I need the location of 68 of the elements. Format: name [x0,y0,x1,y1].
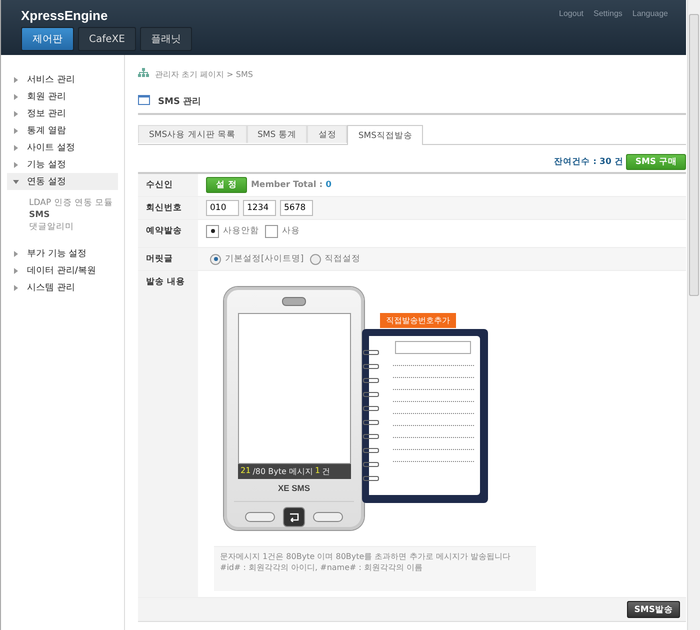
radio-button[interactable] [210,254,221,264]
number-input[interactable] [395,341,471,354]
phone-brand: XE SMS [278,483,310,493]
radio-button[interactable] [206,224,219,238]
sidebar-item[interactable]: 회원 관리 [1,88,124,105]
caret-icon [13,162,19,168]
radio-label: 직접설정 [324,253,361,265]
tab[interactable]: SMS 통계 [246,125,308,143]
tab[interactable]: SMS사용 게시판 목록 [138,125,247,143]
radio-label: 기본설정[사이트명] [225,253,304,265]
brand-logo: XpressEngine [21,8,109,23]
breadcrumb: 관리자 초기 페이지 > SMS [155,68,253,80]
sidebar-item[interactable]: 정보 관리 [1,105,124,122]
caret-icon [13,110,19,116]
byte-counter: 21 /80 Byte 메시지 1 건 [238,464,350,479]
section-title: SMS 관리 [158,96,202,108]
caret-icon [13,94,19,100]
scrollbar[interactable] [687,0,700,630]
message-input[interactable] [238,312,350,464]
tab[interactable]: SMS직접발송 [347,125,424,145]
sidebar-item[interactable]: 시스템 관리 [1,279,124,296]
radio-button[interactable] [310,254,321,264]
caret-icon [13,128,19,134]
phone-key[interactable] [313,512,343,522]
phone-key[interactable] [245,512,275,522]
field-label: 머릿글 [138,248,198,270]
header-link[interactable]: Settings [594,9,622,55]
sidebar-subitem[interactable]: SMS [29,210,124,221]
caret-icon [13,144,19,150]
note-text: 문자메시지 1건은 80Byte 이며 80Byte를 초과하면 추가로 메시지가 발송됩니다 [220,551,512,562]
sidebar-item[interactable]: 연동 설정 [7,173,118,190]
phone-input[interactable]: 010 [206,200,239,216]
send-button[interactable]: SMS발송 [627,601,680,618]
member-total: Member Total : 0 [250,180,332,190]
window-icon [138,95,150,108]
field-label: 수신인 [138,174,198,196]
sidebar-item[interactable]: 기능 설정 [1,156,124,173]
radio-label: 사용 [282,225,300,237]
nav-tab[interactable]: 제어판 [21,27,74,51]
radio-label: 사용안함 [223,225,259,237]
nav-tab[interactable]: CafeXE [78,27,136,51]
header-link[interactable]: Logout [559,9,584,55]
sidebar-item[interactable]: 통계 열람 [1,122,124,139]
nav-tab[interactable]: 플래닛 [140,27,192,51]
caret-icon [13,268,19,274]
sidebar-subitem[interactable]: LDAP 인증 연동 모듈 [29,198,124,209]
speaker-icon [282,297,306,306]
header-link[interactable]: Language [632,9,668,55]
caret-icon [13,250,19,256]
caret-icon [13,76,19,82]
sidebar-item[interactable]: 데이터 관리/복원 [1,262,124,279]
field-label: 발송 내용 [138,271,198,597]
field-label: 예약발송 [138,220,198,247]
sidebar-item[interactable]: 사이트 설정 [1,139,124,156]
caret-icon [13,284,19,290]
phone-input[interactable]: 5678 [280,200,313,216]
sidebar-item[interactable]: 부가 기능 설정 [1,245,124,262]
field-label: 회신번호 [138,197,198,219]
balance-text: 잔여건수 : 30 건 [554,156,624,168]
caret-icon [13,178,19,184]
sitemap-icon [138,68,149,80]
tab[interactable]: 설정 [307,125,348,143]
note-text: #id# : 회원각각의 아이디, #name# : 회원각각의 이름 [220,562,424,573]
sidebar-item[interactable]: 서비스 관리 [1,71,124,88]
sidebar-subitem[interactable]: 댓글알리미 [29,222,124,233]
phone-input[interactable]: 1234 [243,200,276,216]
back-key-icon[interactable] [283,507,305,527]
radio-button[interactable] [265,224,278,238]
